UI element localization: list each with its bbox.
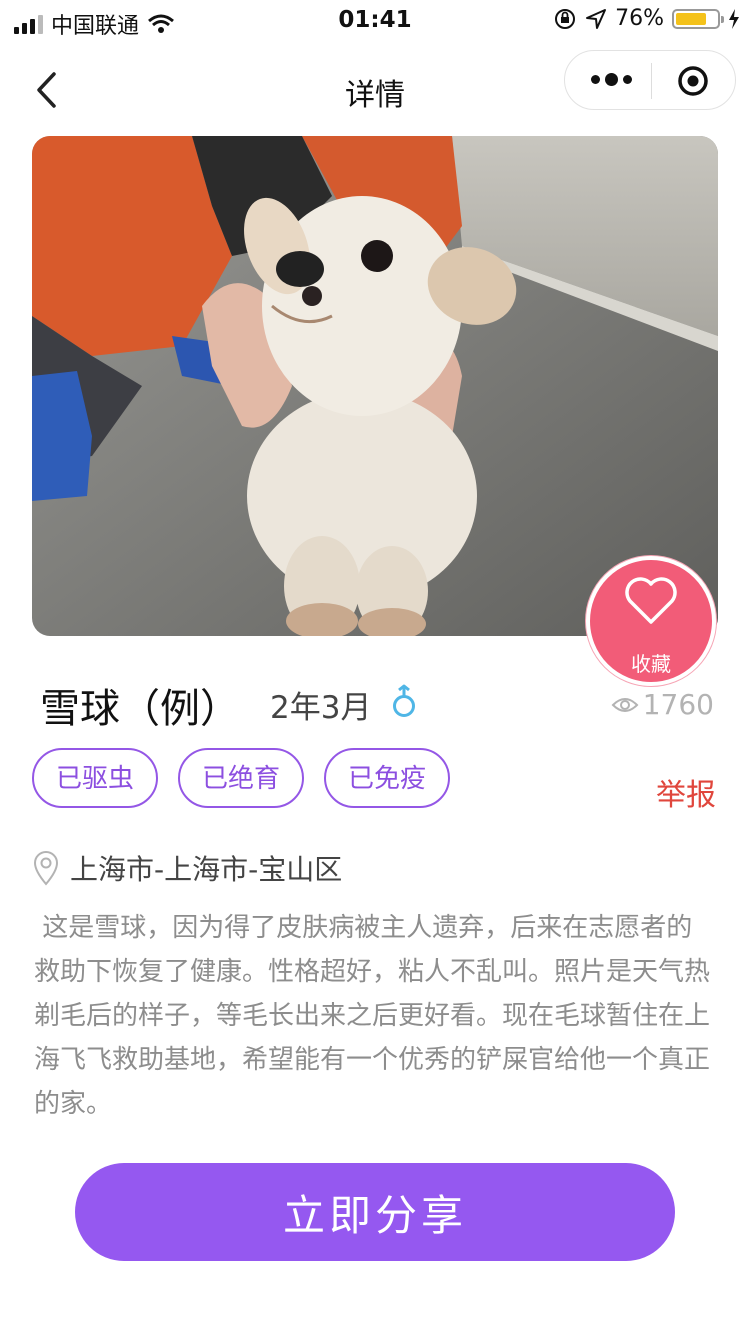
charging-icon <box>729 8 739 29</box>
status-right: 76% <box>553 6 740 31</box>
more-icon[interactable] <box>591 73 632 86</box>
view-count-value: 1760 <box>642 688 714 721</box>
pet-description: 这是雪球，因为得了皮肤病被主人遗弃，后来在志愿者的救助下恢复了健康。性格超好，粘… <box>34 913 711 1119</box>
favorite-label: 收藏 <box>631 652 671 676</box>
pet-tags: 已驱虫 已绝育 已免疫 <box>32 748 451 808</box>
pet-name: 雪球（例） <box>40 686 240 732</box>
battery-fill <box>676 12 706 25</box>
status-bar: 中国联通 01:41 76% <box>0 0 750 44</box>
location: 上海市-上海市-宝山区 <box>32 848 342 888</box>
view-count: 1760 <box>611 688 714 721</box>
report-link[interactable]: 举报 <box>656 770 716 814</box>
heart-icon <box>625 577 677 624</box>
pet-photo <box>32 136 718 636</box>
battery-percent: 76% <box>615 6 664 31</box>
battery-icon <box>672 8 724 29</box>
navigation-bar: 详情 <box>0 44 750 132</box>
share-button[interactable]: 立即分享 <box>75 1163 675 1261</box>
favorite-button[interactable]: 收藏 <box>586 556 716 686</box>
tag-vaccinated: 已免疫 <box>324 748 451 808</box>
location-arrow-icon <box>586 8 607 29</box>
male-icon <box>393 684 415 717</box>
pet-photo-carousel[interactable] <box>32 136 718 636</box>
location-pin-icon <box>33 851 59 886</box>
miniprogram-capsule <box>564 50 736 110</box>
eye-icon <box>611 697 639 712</box>
location-text: 上海市-上海市-宝山区 <box>70 853 343 886</box>
rotation-lock-icon <box>555 8 576 29</box>
tag-neutered: 已绝育 <box>178 748 305 808</box>
tag-dewormed: 已驱虫 <box>32 748 159 808</box>
close-miniprogram-icon[interactable] <box>677 65 709 97</box>
pet-age: 2年3月 <box>270 690 372 726</box>
